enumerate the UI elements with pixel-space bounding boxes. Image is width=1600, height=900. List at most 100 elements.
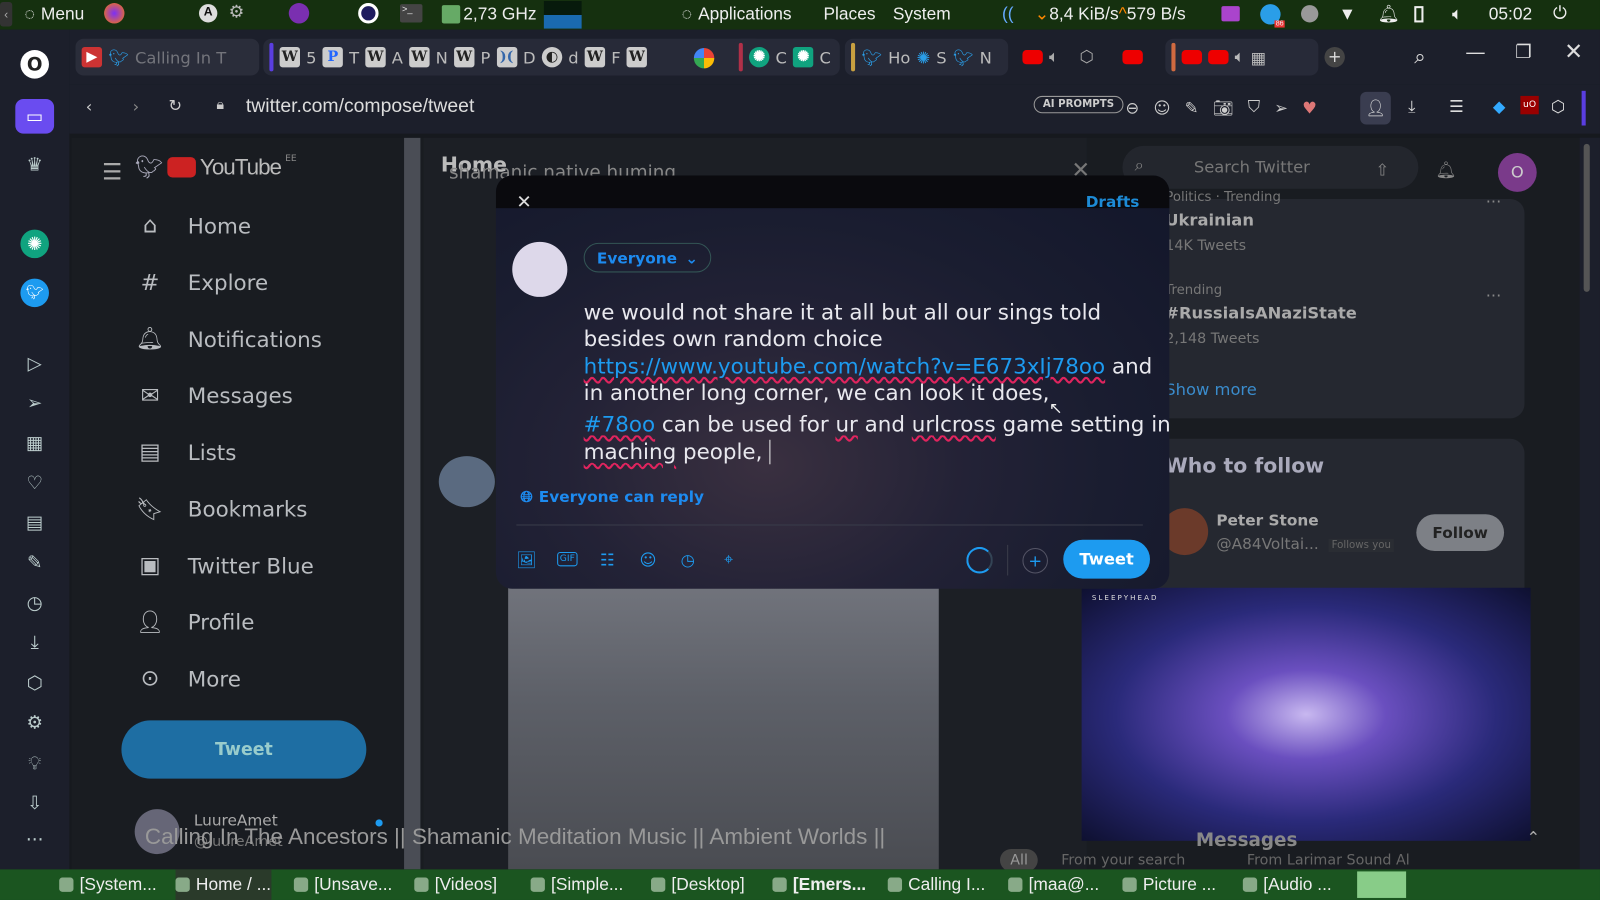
ai-prompts-button[interactable]: AI PROMPTS — [1033, 95, 1124, 114]
collapse-messages-icon[interactable]: ⌃ — [1527, 828, 1541, 847]
twitter-sidebar-icon[interactable]: 🐦︎ — [20, 278, 49, 308]
nav-item-messages[interactable]: ✉ Messages — [135, 383, 293, 409]
pp-favicon-icon[interactable]: P — [322, 46, 344, 68]
accessibility-icon[interactable]: A — [198, 4, 218, 23]
trend-more-icon[interactable]: ··· — [1486, 192, 1502, 211]
tab-label[interactable]: T — [349, 47, 359, 66]
lightbulb-icon[interactable]: 💡︎ — [20, 749, 49, 778]
tab-label[interactable]: N — [436, 47, 448, 66]
edit-icon[interactable]: ✎ — [20, 548, 49, 577]
downloads-icon[interactable]: ⤓ — [20, 628, 49, 657]
bell-header-icon[interactable]: 🔔︎ — [1436, 160, 1457, 179]
news-icon[interactable]: ▤ — [20, 508, 49, 537]
tab-label[interactable]: S — [936, 47, 946, 66]
taskbar-item[interactable]: Picture ... — [1122, 869, 1216, 900]
taskbar-item[interactable]: [Audio ... — [1242, 869, 1332, 900]
twitter-favicon-icon[interactable]: 🐦︎ — [861, 47, 882, 66]
volume-icon[interactable]: 🔈︎ — [1452, 4, 1462, 24]
url-input[interactable]: twitter.com/compose/tweet — [246, 96, 474, 118]
send-toolbar-icon[interactable]: ➢ — [1274, 97, 1288, 116]
google-favicon-icon[interactable] — [693, 47, 715, 69]
tab-label[interactable]: C — [776, 47, 787, 66]
history-icon[interactable]: ◷ — [20, 589, 49, 618]
new-tab-button[interactable]: + — [1324, 46, 1345, 68]
clock[interactable]: 05:02 — [1489, 4, 1532, 24]
wikipedia-favicon-icon[interactable]: W — [409, 46, 430, 68]
suggestion-handle[interactable]: @A84Voltai... — [1216, 535, 1318, 553]
taskbar-item[interactable]: [Desktop] — [651, 869, 745, 900]
taskbar-item[interactable]: [Simple... — [530, 869, 623, 900]
chip-from-search[interactable]: From your search — [1061, 852, 1185, 868]
wikipedia-favicon-icon[interactable]: W — [365, 46, 386, 68]
wikipedia-favicon-icon[interactable]: W — [453, 46, 475, 68]
tab-label[interactable]: A — [392, 47, 403, 66]
tab-label[interactable]: F — [611, 47, 620, 66]
wikipedia-favicon-icon[interactable]: W — [626, 46, 648, 68]
nav-item-more[interactable]: ⊙ More — [135, 666, 241, 692]
scrollbar-thumb[interactable] — [1583, 143, 1590, 292]
chatgpt-favicon-icon[interactable]: ✺ — [748, 46, 770, 68]
tab-label[interactable]: d — [568, 47, 578, 66]
cube-tab-icon[interactable]: ⬡ — [1080, 47, 1094, 66]
trend-more-icon[interactable]: ··· — [1486, 286, 1502, 305]
gif-icon[interactable]: GIF — [557, 552, 578, 567]
sidebar-tweet-button[interactable]: Tweet — [121, 720, 367, 779]
settings-icon[interactable]: ⚙ — [20, 708, 49, 737]
composer-avatar[interactable] — [512, 241, 568, 297]
telegram-icon[interactable]: 86 — [1260, 4, 1285, 28]
apps-grid-icon[interactable]: ▦ — [20, 429, 49, 458]
taskbar-item[interactable]: Calling I... — [887, 869, 985, 900]
show-more-link[interactable]: Show more — [1165, 380, 1257, 399]
nav-item-bookmarks[interactable]: 🔖︎ Bookmarks — [135, 496, 308, 522]
page-scrollbar[interactable] — [1579, 137, 1600, 870]
back-button[interactable]: ‹ — [86, 97, 93, 116]
youtube-tab-icon[interactable] — [1181, 49, 1203, 65]
tab-label[interactable]: 5 — [306, 47, 316, 66]
media-icon[interactable]: 🖼︎ — [516, 549, 537, 569]
nav-item-explore[interactable]: # Explore — [135, 270, 269, 296]
tab-label[interactable]: D — [523, 47, 536, 66]
taskbar-item[interactable]: Home / ... — [175, 869, 272, 900]
nav-item-profile[interactable]: 👤︎ Profile — [135, 610, 255, 636]
schedule-icon[interactable]: ◷ — [678, 549, 698, 569]
download-icon[interactable]: ⤓ — [1408, 97, 1415, 117]
update-icon[interactable] — [1301, 5, 1319, 23]
close-modal-icon[interactable]: ✕ — [516, 192, 531, 213]
heart-toolbar-icon[interactable]: ♥ — [1302, 97, 1317, 116]
youtube-tab-icon[interactable] — [1022, 49, 1043, 65]
tab-label[interactable]: N — [980, 47, 992, 66]
tab-active-group[interactable]: ▶ 🐦︎ Calling In The Ancestors — [75, 38, 260, 76]
hashtag[interactable]: #78oo — [584, 412, 655, 436]
s-favicon-icon[interactable]: ✺ — [916, 47, 930, 66]
taskbar-item[interactable]: [Emers... — [772, 869, 866, 900]
reply-setting-button[interactable]: 🌐︎ Everyone can reply — [520, 488, 704, 506]
more-sidebar-icon[interactable]: ··· — [20, 826, 49, 855]
globe-favicon-icon[interactable]: ◐ — [541, 46, 563, 68]
crown-icon[interactable]: ♛ — [20, 150, 49, 179]
sidebar-toggle[interactable] — [1581, 90, 1586, 126]
battery-icon[interactable] — [1414, 6, 1424, 23]
emoji-icon[interactable]: ☺ — [1153, 97, 1170, 116]
easy-setup-icon[interactable]: ☰ — [1449, 97, 1464, 116]
wifi-signal-icon[interactable]: ▼ — [1339, 4, 1356, 24]
power-icon[interactable]: ⏻ — [1553, 3, 1567, 23]
tor-browser-icon[interactable] — [288, 3, 310, 24]
chatgpt-icon[interactable]: ✺ — [20, 229, 49, 259]
camera-icon[interactable]: 📷︎ — [1213, 97, 1234, 116]
download-file-icon[interactable]: ⇩ — [20, 789, 49, 818]
tweet-button[interactable]: Tweet — [1063, 539, 1150, 579]
youtube-logo[interactable]: 🐦︎ YouTube EE — [135, 154, 297, 181]
opera-icon[interactable] — [358, 3, 379, 24]
opera-logo-icon[interactable]: O — [20, 49, 49, 79]
taskbar-item[interactable]: [maa@... — [1008, 869, 1099, 900]
settings-gears-icon[interactable]: ⚙ — [229, 2, 245, 22]
wikipedia-favicon-icon[interactable]: W — [584, 46, 606, 68]
notification-bell-icon[interactable]: 🔔︎ — [1378, 4, 1400, 24]
gem-extension-icon[interactable]: ◆ — [1493, 97, 1506, 116]
taskbar-item[interactable]: [System... — [59, 869, 157, 900]
d-favicon-icon[interactable]: )( — [496, 46, 517, 68]
player-icon[interactable]: ▷ — [20, 349, 49, 378]
taskbar-item[interactable]: [Unsave... — [293, 869, 392, 900]
drafts-button[interactable]: Drafts — [1086, 193, 1140, 211]
tab-label[interactable]: P — [480, 47, 490, 66]
